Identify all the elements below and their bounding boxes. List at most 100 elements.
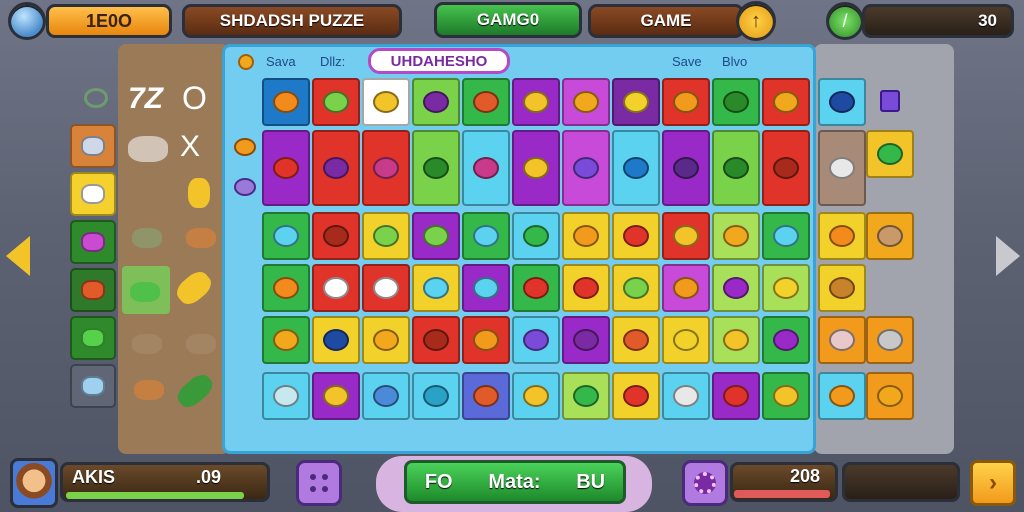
tile[interactable] <box>412 264 460 312</box>
tile[interactable] <box>362 264 410 312</box>
tile[interactable] <box>362 372 410 420</box>
tile[interactable] <box>818 130 866 206</box>
tile[interactable] <box>462 212 510 260</box>
tile[interactable] <box>562 316 610 364</box>
next-arrow-button[interactable]: › <box>970 460 1016 506</box>
tile[interactable] <box>512 264 560 312</box>
tile[interactable] <box>462 372 510 420</box>
tile[interactable] <box>818 264 866 312</box>
tile[interactable] <box>512 130 560 206</box>
gift-icon[interactable] <box>880 90 900 112</box>
gear-icon[interactable] <box>682 460 728 506</box>
tile[interactable] <box>362 130 410 206</box>
tile[interactable] <box>866 130 914 178</box>
match-button[interactable]: FO Mata: BU <box>404 460 626 504</box>
tile[interactable] <box>818 212 866 260</box>
tile[interactable] <box>712 372 760 420</box>
refresh-icon[interactable] <box>84 88 108 108</box>
tile[interactable] <box>612 264 660 312</box>
tile[interactable] <box>562 372 610 420</box>
player-avatar[interactable] <box>10 458 58 508</box>
tile[interactable] <box>312 212 360 260</box>
tile[interactable] <box>562 78 610 126</box>
game-label: GAME <box>640 11 692 30</box>
tile[interactable] <box>712 78 760 126</box>
hint-wand-icon[interactable]: / <box>826 2 864 40</box>
tile[interactable] <box>412 130 460 206</box>
tile[interactable] <box>262 78 310 126</box>
tile[interactable] <box>866 316 914 364</box>
tile[interactable] <box>562 130 610 206</box>
tile[interactable] <box>712 130 760 206</box>
side-tile[interactable] <box>70 316 116 360</box>
tile[interactable] <box>762 264 810 312</box>
tile[interactable] <box>818 372 866 420</box>
tile[interactable] <box>362 78 410 126</box>
tile[interactable] <box>312 264 360 312</box>
tile[interactable] <box>312 372 360 420</box>
tile[interactable] <box>462 78 510 126</box>
side-tile[interactable] <box>70 364 116 408</box>
tile[interactable] <box>512 78 560 126</box>
tile[interactable] <box>462 316 510 364</box>
tile[interactable] <box>712 316 760 364</box>
tile[interactable] <box>262 372 310 420</box>
left-arrow-icon[interactable] <box>6 236 30 276</box>
settings-orb[interactable] <box>8 2 46 40</box>
ghost-piece <box>186 228 216 248</box>
tile[interactable] <box>312 316 360 364</box>
tile[interactable] <box>662 372 710 420</box>
tile[interactable] <box>262 130 310 206</box>
tile[interactable] <box>866 372 914 420</box>
ghost-piece <box>130 282 160 302</box>
tile[interactable] <box>562 264 610 312</box>
dice-icon[interactable] <box>296 460 342 506</box>
tile[interactable] <box>262 212 310 260</box>
tile[interactable] <box>612 372 660 420</box>
tile[interactable] <box>762 130 810 206</box>
tile[interactable] <box>612 316 660 364</box>
tile[interactable] <box>262 264 310 312</box>
tile[interactable] <box>762 212 810 260</box>
tile[interactable] <box>612 78 660 126</box>
mode-button[interactable]: GAMG0 <box>434 2 582 38</box>
tile[interactable] <box>662 264 710 312</box>
tile[interactable] <box>662 78 710 126</box>
tile[interactable] <box>462 264 510 312</box>
tile[interactable] <box>762 316 810 364</box>
tile[interactable] <box>512 316 560 364</box>
tile[interactable] <box>512 372 560 420</box>
tile[interactable] <box>412 316 460 364</box>
tile[interactable] <box>662 212 710 260</box>
tile[interactable] <box>412 212 460 260</box>
tile[interactable] <box>462 130 510 206</box>
tile[interactable] <box>818 316 866 364</box>
tile[interactable] <box>662 130 710 206</box>
side-tile[interactable] <box>70 124 116 168</box>
tile[interactable] <box>412 78 460 126</box>
tile[interactable] <box>712 264 760 312</box>
tile[interactable] <box>362 316 410 364</box>
tile[interactable] <box>612 130 660 206</box>
tile[interactable] <box>866 212 914 260</box>
tile[interactable] <box>412 372 460 420</box>
tile[interactable] <box>312 78 360 126</box>
tile[interactable] <box>362 212 410 260</box>
tile[interactable] <box>762 372 810 420</box>
tile[interactable] <box>662 316 710 364</box>
tile[interactable] <box>612 212 660 260</box>
game-button[interactable]: GAME <box>588 4 744 38</box>
tile[interactable] <box>562 212 610 260</box>
side-tile[interactable] <box>70 268 116 312</box>
tile[interactable] <box>818 78 866 126</box>
tile[interactable] <box>762 78 810 126</box>
side-tile[interactable] <box>70 220 116 264</box>
tile[interactable] <box>512 212 560 260</box>
side-tile[interactable] <box>70 172 116 216</box>
tile[interactable] <box>262 316 310 364</box>
board-header-left-a: Sava <box>266 54 296 69</box>
tile[interactable] <box>712 212 760 260</box>
up-arrow-icon[interactable]: ↑ <box>736 1 776 41</box>
tile[interactable] <box>312 130 360 206</box>
right-arrow-icon[interactable] <box>996 236 1020 276</box>
